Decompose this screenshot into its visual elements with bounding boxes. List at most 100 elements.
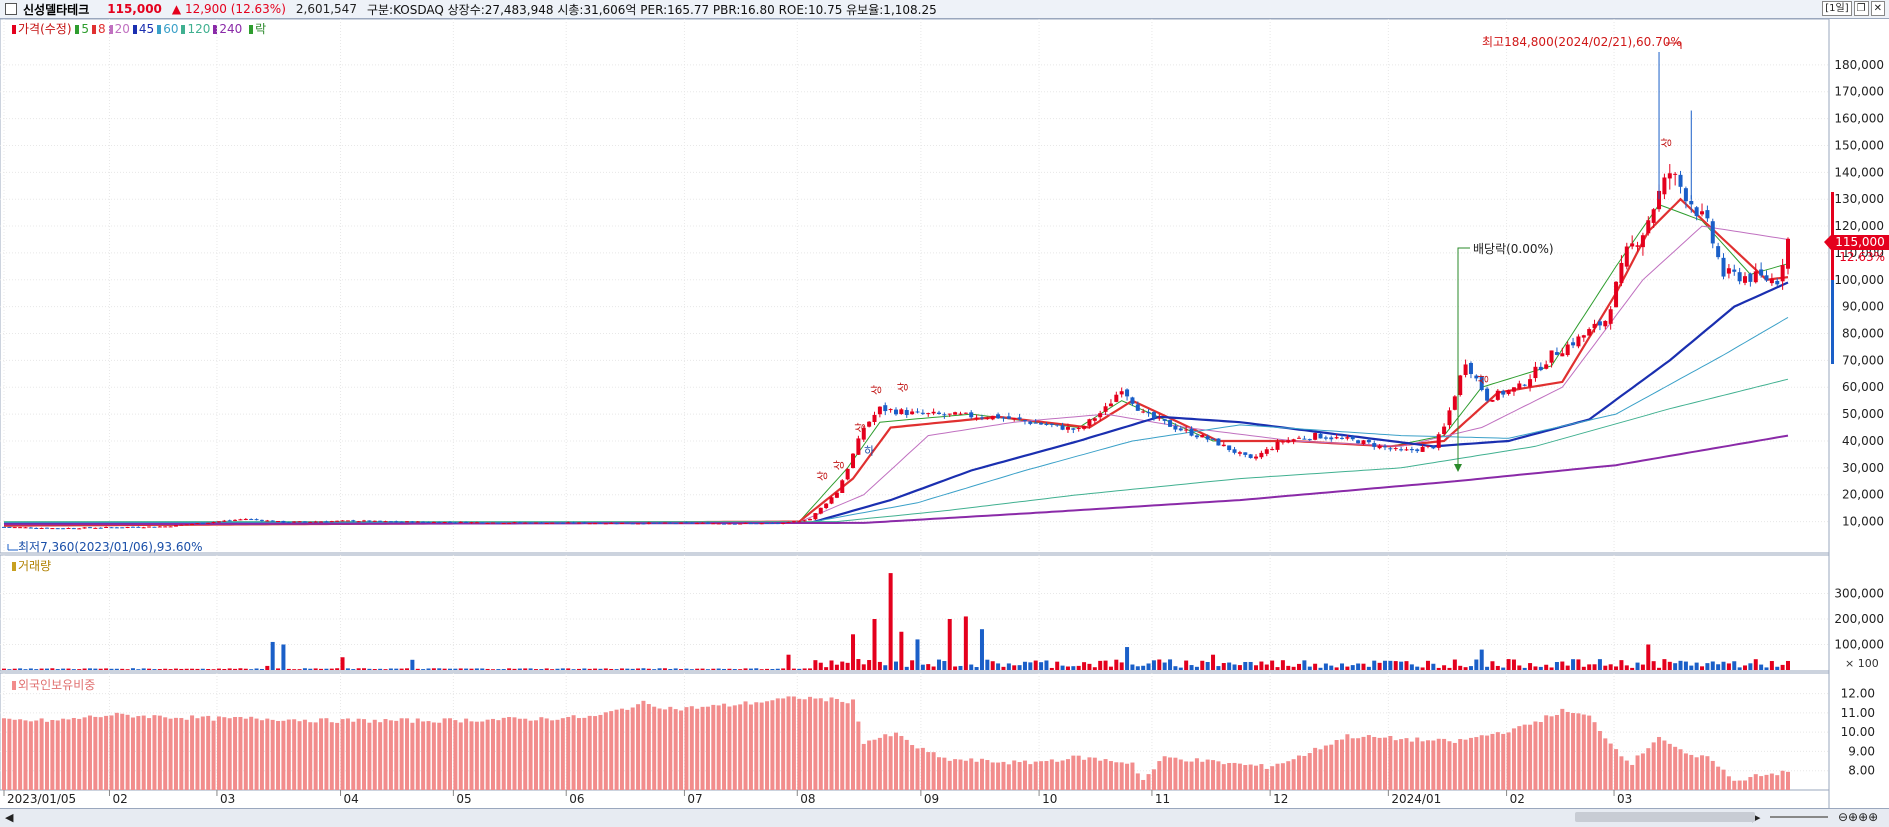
- candle-body: [1431, 446, 1436, 449]
- chart-canvas[interactable]: 10,000 20,000 30,000 40,000 50,000 60,000 70,0…: [0, 0, 1889, 826]
- foreign-bar: [426, 721, 431, 790]
- foreign-bar: [743, 701, 748, 790]
- candle-body: [18, 527, 23, 529]
- candle-body: [523, 522, 528, 524]
- foreign-bar: [1420, 741, 1425, 790]
- candle-body: [1323, 437, 1328, 439]
- foreign-bar: [1098, 760, 1103, 790]
- date-tick-label: 02: [1510, 792, 1525, 806]
- candle-body: [12, 527, 17, 529]
- foreign-bar: [1060, 760, 1065, 790]
- volume-bar: [378, 668, 383, 670]
- volume-bar: [1307, 666, 1312, 670]
- foreign-bar: [77, 718, 82, 790]
- foreign-bar: [1560, 708, 1565, 790]
- foreign-bar: [1006, 764, 1011, 790]
- candle-body: [802, 520, 807, 522]
- volume-bar: [496, 669, 501, 670]
- volume-bar: [781, 668, 786, 670]
- foreign-bar: [1678, 749, 1683, 790]
- volume-bar: [319, 668, 324, 670]
- candle-body: [1495, 390, 1500, 400]
- foreign-bar: [1662, 740, 1667, 790]
- scroll-thumb[interactable]: [1575, 812, 1755, 822]
- foreign-bar: [614, 709, 619, 790]
- volume-bar: [947, 619, 952, 670]
- volume-bar: [34, 669, 39, 670]
- candle-body: [1710, 221, 1715, 244]
- candle-body: [1141, 411, 1146, 413]
- candle-body: [168, 526, 173, 528]
- volume-bar: [173, 668, 178, 670]
- foreign-bar: [1366, 735, 1371, 790]
- candle-body: [1291, 439, 1296, 442]
- candle-body: [1587, 329, 1592, 336]
- foreign-bar: [786, 696, 791, 790]
- candle-body: [1178, 428, 1183, 431]
- volume-bar: [609, 668, 614, 670]
- candle-body: [1619, 262, 1624, 283]
- foreign-bar: [1726, 776, 1731, 790]
- volume-bar: [324, 668, 329, 670]
- foreign-bar: [979, 758, 984, 790]
- foreign-bar: [399, 718, 404, 790]
- candle-body: [39, 527, 44, 529]
- candle-body: [732, 523, 737, 525]
- foreign-bar: [55, 720, 60, 790]
- candle-body: [474, 522, 479, 524]
- foreign-bar: [544, 718, 549, 790]
- candle-body: [1753, 271, 1758, 283]
- foreign-bar: [1039, 761, 1044, 790]
- volume-bar: [104, 668, 109, 670]
- candle-body: [1775, 280, 1780, 285]
- foreign-bar: [931, 752, 936, 790]
- volume-bar: [1372, 660, 1377, 670]
- volume-bar: [668, 668, 673, 670]
- candle-body: [1377, 445, 1382, 449]
- candle-body: [1302, 438, 1307, 440]
- volume-bar: [394, 668, 399, 670]
- candle-body: [200, 522, 205, 524]
- volume-bar: [936, 659, 941, 670]
- volume-bar: [1560, 661, 1565, 670]
- scroll-left-icon[interactable]: ◀: [5, 811, 13, 824]
- volume-bar: [302, 668, 307, 670]
- foreign-bar: [1689, 754, 1694, 790]
- candle-body: [808, 518, 813, 521]
- foreign-bar: [587, 715, 592, 790]
- foreign-bar: [1254, 765, 1259, 790]
- date-tick-label: 11: [1155, 792, 1170, 806]
- volume-bar: [931, 666, 936, 670]
- volume-bar: [1216, 666, 1221, 670]
- candle-body: [727, 523, 732, 525]
- candle-body: [308, 521, 313, 523]
- candle-body: [1533, 366, 1538, 379]
- volume-bar: [297, 669, 302, 670]
- volume-bar: [1614, 666, 1619, 670]
- candle-body: [399, 521, 404, 523]
- zoom-slider[interactable]: [1770, 816, 1828, 818]
- volume-bar: [1340, 663, 1344, 670]
- candle-body: [1689, 200, 1694, 205]
- foreign-bar: [1657, 736, 1662, 790]
- volume-bar: [652, 669, 657, 670]
- foreign-bar: [1157, 761, 1162, 790]
- volume-bar: [861, 664, 866, 670]
- zoom-icon[interactable]: ⊖⊕⊕⊕: [1838, 810, 1878, 824]
- volume-bar: [813, 660, 818, 670]
- candle-body: [206, 522, 211, 524]
- candle-body: [824, 503, 829, 509]
- candle-body: [157, 526, 162, 528]
- volume-bar: [1721, 661, 1726, 670]
- foreign-bar: [646, 704, 651, 790]
- foreign-bar: [910, 745, 915, 790]
- volume-bar: [163, 668, 168, 670]
- foreign-bar: [716, 705, 721, 790]
- badge-price: 115,000: [1835, 235, 1885, 249]
- candle-body: [614, 523, 619, 525]
- candle-body: [716, 523, 721, 525]
- volume-bar: [953, 666, 958, 670]
- volume-bar: [630, 668, 635, 670]
- volume-bar: [786, 654, 791, 670]
- foreign-bar: [1592, 722, 1597, 790]
